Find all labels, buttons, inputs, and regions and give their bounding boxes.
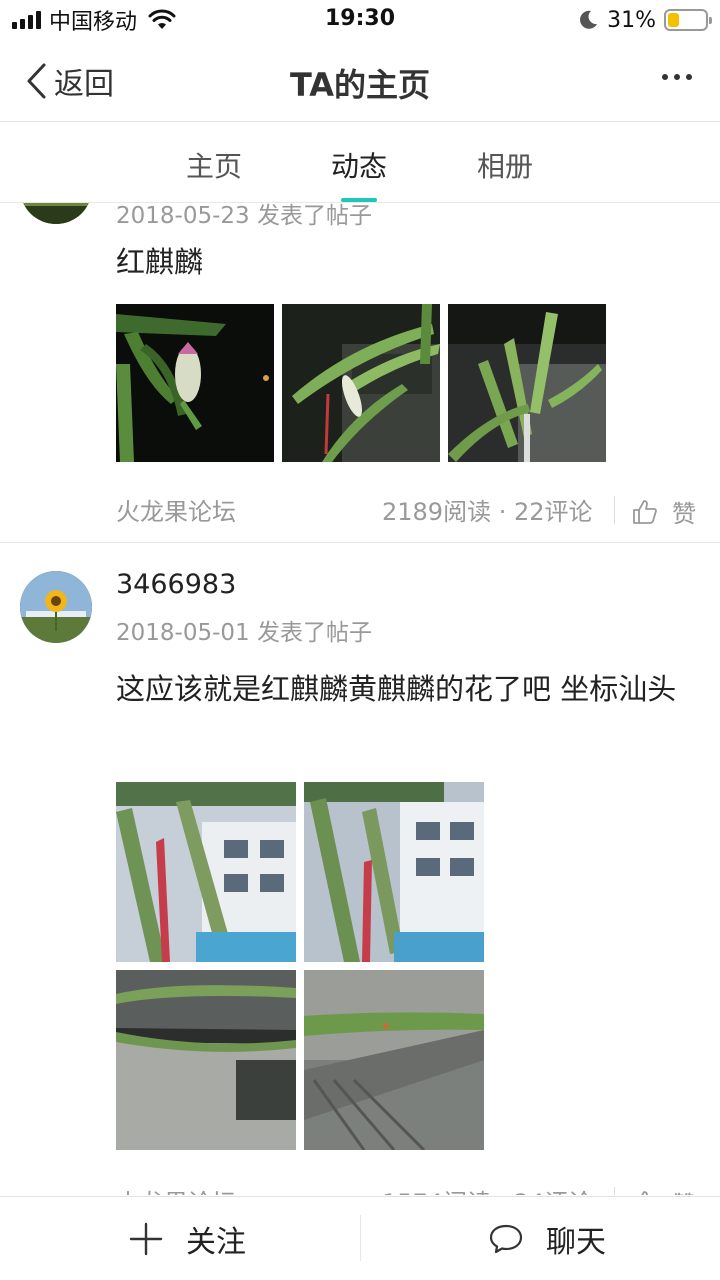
like-button[interactable]: 赞 [632,1185,696,1195]
post-image[interactable] [116,304,274,462]
battery-level-fill [668,13,680,27]
chat-bubble-icon [489,1224,523,1254]
avatar[interactable] [20,571,92,643]
stats-divider [614,1187,615,1195]
like-button[interactable]: 赞 [632,494,696,529]
post-stats: 2189阅读 · 22评论 [382,498,593,526]
tab-activity[interactable]: 动态 [331,145,387,185]
post-image[interactable] [116,782,296,962]
post-stats: 1574阅读 · 24评论 [382,1183,593,1195]
post-meta: 2018-05-01 发表了帖子 [116,620,372,646]
battery-icon [664,9,712,31]
status-bar: 中国移动 19:30 31% [0,0,720,40]
username[interactable]: 3466983 [116,569,236,600]
post-card[interactable]: 3466983 2018-05-01 发表了帖子 这应该就是红麒麟黄麒麟的花了吧… [0,543,720,1195]
page-title: TA的主页 [289,66,431,104]
chat-button[interactable]: 聊天 [488,1197,606,1280]
thumbs-up-icon [633,499,657,524]
battery-percent: 31% [607,7,656,33]
post-image[interactable] [116,970,296,1150]
post-image[interactable] [304,970,484,1150]
forum-name[interactable]: 火龙果论坛 [116,1183,236,1195]
post-text[interactable]: 这应该就是红麒麟黄麒麟的花了吧 坐标汕头 [116,667,696,711]
follow-label: 关注 [186,1225,246,1260]
like-label: 赞 [672,1185,696,1195]
tab-album[interactable]: 相册 [477,145,533,185]
status-right: 31% [577,6,712,34]
stats-divider [614,496,615,524]
active-tab-indicator [341,198,377,202]
like-label: 赞 [672,500,696,528]
navigation-bar: 返回 TA的主页 [0,40,720,122]
thumbs-up-icon [641,1190,648,1195]
post-image[interactable] [282,304,440,462]
bottom-bar-divider [360,1215,361,1261]
chat-label: 聊天 [546,1225,606,1260]
more-icon[interactable] [662,74,692,80]
moon-icon [580,10,598,29]
follow-button[interactable]: 关注 [128,1197,246,1280]
post-image[interactable] [448,304,606,462]
post-image[interactable] [304,782,484,962]
tab-bar: 主页 动态 相册 [0,123,720,203]
forum-name[interactable]: 火龙果论坛 [116,492,236,527]
post-text[interactable]: 红麒麟 [116,240,696,284]
plus-icon [129,1222,163,1256]
bottom-action-bar: 关注 聊天 [0,1196,720,1280]
tab-home[interactable]: 主页 [186,145,242,185]
